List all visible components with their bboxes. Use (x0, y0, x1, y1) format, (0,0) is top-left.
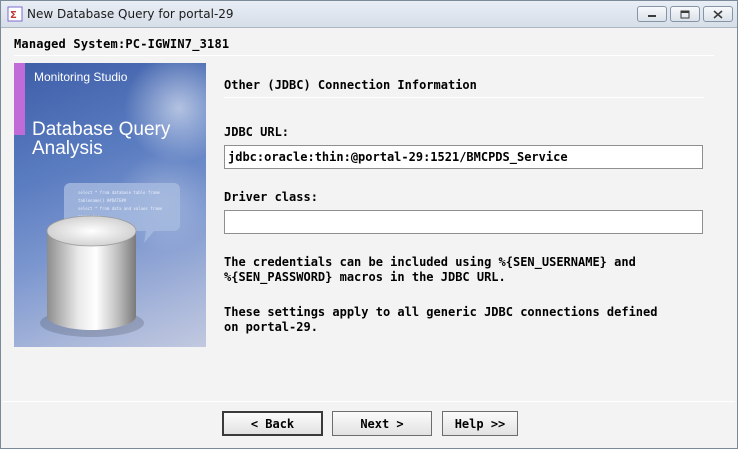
minimize-icon (648, 15, 656, 17)
banner-title-line-1: Database Query (32, 119, 171, 140)
next-button[interactable]: Next > (332, 411, 432, 436)
app-icon: Σ (7, 6, 23, 22)
maximize-icon (680, 10, 690, 18)
minimize-button[interactable] (637, 6, 667, 22)
svg-text:Σ: Σ (10, 10, 17, 21)
section-title: Other (JDBC) Connection Information (224, 78, 477, 92)
window-title: New Database Query for portal-29 (27, 7, 234, 21)
banner-graphic: select * from database table frame table… (14, 63, 206, 337)
settings-note: These settings apply to all generic JDBC… (224, 305, 658, 334)
bubble-line-1: select * from database table frame (78, 190, 160, 195)
bubble-line-2: tablename() ##DATE## (78, 198, 127, 203)
back-button[interactable]: < Back (222, 411, 323, 436)
help-button[interactable]: Help >> (442, 411, 518, 436)
driver-class-input[interactable] (224, 210, 703, 234)
footer-divider (3, 401, 735, 402)
bubble-line-3: select * from data and values frame (78, 206, 163, 211)
database-cylinder-icon (40, 215, 144, 337)
close-icon (713, 9, 723, 19)
title-bar[interactable]: Σ New Database Query for portal-29 (1, 1, 737, 28)
accent-stripe (14, 63, 25, 135)
managed-system-label: Managed System:PC-IGWIN7_3181 (14, 37, 230, 51)
driver-class-label: Driver class: (224, 190, 318, 204)
close-button[interactable] (703, 6, 733, 22)
header-divider (14, 55, 714, 56)
jdbc-url-input[interactable] (224, 145, 703, 169)
maximize-button[interactable] (670, 6, 700, 22)
section-divider (224, 97, 704, 98)
wizard-banner-image: select * from database table frame table… (14, 63, 206, 347)
banner-title-line-2: Analysis (32, 138, 103, 159)
dialog-window: Σ New Database Query for portal-29 Manag… (0, 0, 738, 449)
credentials-note: The credentials can be included using %{… (224, 255, 636, 284)
jdbc-url-label: JDBC URL: (224, 125, 290, 139)
banner-product-name: Monitoring Studio (34, 70, 128, 84)
